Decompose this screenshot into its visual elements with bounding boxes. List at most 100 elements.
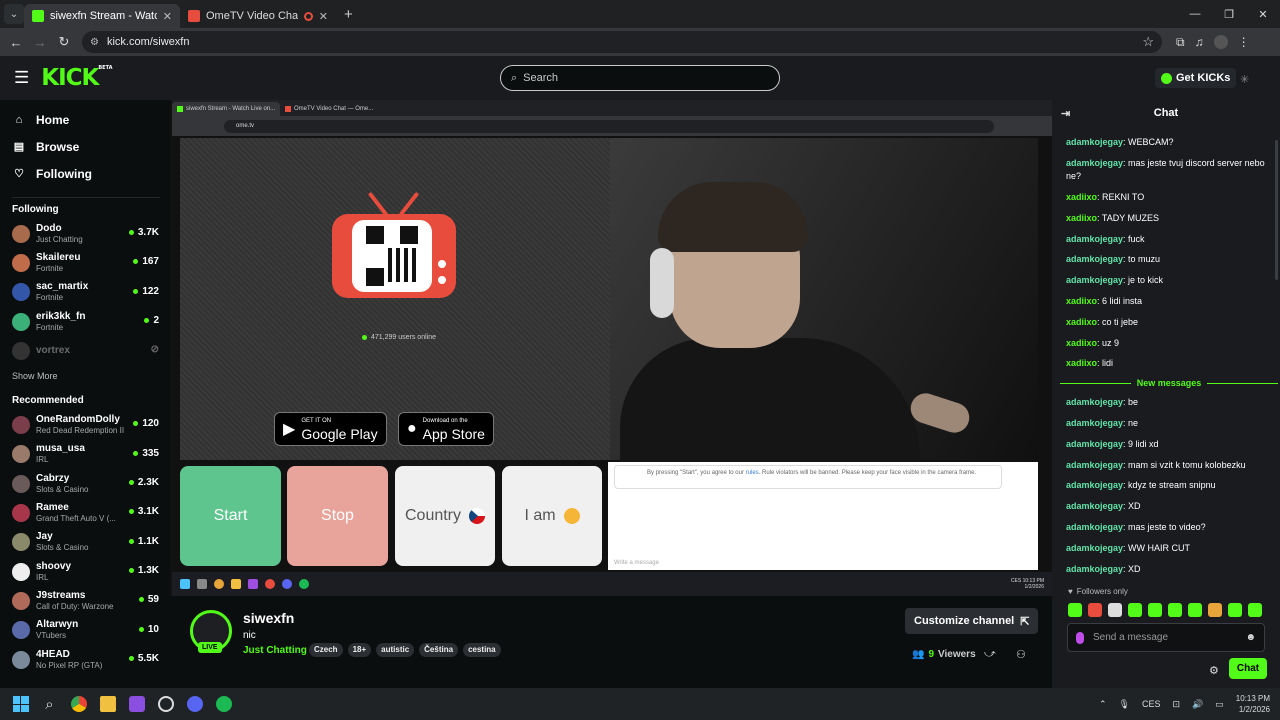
bookmark-star-icon[interactable]: ☆ (1142, 34, 1154, 50)
sidebar-channel[interactable]: 4HEAD No Pixel RP (GTA) 5.5K (0, 645, 170, 674)
chat-username[interactable]: adamkojegay (1066, 460, 1123, 470)
chat-scrollbar[interactable] (1275, 140, 1278, 280)
start-button[interactable] (6, 688, 35, 720)
sidebar-channel[interactable]: sac_martix Fortnite 122 (0, 278, 170, 307)
menu-icon[interactable]: ⋮ (1238, 35, 1250, 49)
chat-username[interactable]: adamkojegay (1066, 522, 1123, 532)
emote-icon[interactable] (1088, 603, 1102, 617)
video-player[interactable]: siwexfn Stream - Watch Live on... OmeTV … (170, 100, 1052, 596)
chat-username[interactable]: adamkojegay (1066, 137, 1123, 147)
chat-username[interactable]: xadiixo (1066, 358, 1097, 368)
new-tab-button[interactable]: + (344, 6, 353, 23)
chat-username[interactable]: xadiixo (1066, 296, 1097, 306)
clock[interactable]: 10:13 PM 1/2/2026 (1236, 693, 1270, 715)
network-icon[interactable]: ⊡ (1172, 699, 1180, 710)
microphone-icon[interactable]: 🎙 (1119, 699, 1130, 710)
tab-kick[interactable]: siwexfn Stream - Watch Live on Kick ✕ (24, 4, 180, 28)
chat-username[interactable]: adamkojegay (1066, 501, 1123, 511)
emote-icon[interactable] (1188, 603, 1202, 617)
chat-username[interactable]: adamkojegay (1066, 158, 1123, 168)
stream-tag[interactable]: cestina (463, 643, 501, 657)
send-message-input[interactable]: Send a message ☻ (1067, 623, 1265, 652)
emote-icon[interactable] (1068, 603, 1082, 617)
volume-icon[interactable]: 🔊 (1192, 699, 1203, 710)
nav-following[interactable]: ♡ Following (0, 160, 170, 187)
emote-icon[interactable] (1208, 603, 1222, 617)
search-input[interactable]: ⌕ Search (500, 65, 780, 91)
sidebar-channel[interactable]: J9streams Call of Duty: Warzone 59 (0, 586, 170, 615)
chat-username[interactable]: adamkojegay (1066, 543, 1123, 553)
chat-settings-gear-icon[interactable]: ⚙ (1209, 664, 1219, 677)
chat-username[interactable]: xadiixo (1066, 192, 1097, 202)
customize-channel-button[interactable]: Customize channel ⇱ (905, 608, 1039, 634)
sidebar-channel[interactable]: Cabrzy Slots & Casino 2.3K (0, 469, 170, 498)
hamburger-menu-icon[interactable]: ☰ (14, 68, 29, 88)
site-info-icon[interactable]: ⚙ (90, 37, 99, 48)
url-bar[interactable]: ⚙ kick.com/siwexfn ☆ (82, 31, 1162, 53)
chat-username[interactable]: adamkojegay (1066, 397, 1123, 407)
stream-tag[interactable]: 18+ (347, 643, 372, 657)
maximize-button[interactable]: ❐ (1212, 0, 1246, 28)
sidebar-channel[interactable]: Jay Slots & Casino 1.1K (0, 528, 170, 557)
sidebar-channel[interactable]: Ramee Grand Theft Auto V (... 3.1K (0, 498, 170, 527)
emote-icon[interactable] (1168, 603, 1182, 617)
chrome-icon[interactable] (64, 688, 93, 720)
emote-icon[interactable] (1108, 603, 1122, 617)
streamer-name[interactable]: siwexfn (243, 610, 294, 626)
forward-button[interactable]: → (28, 35, 52, 50)
file-explorer-icon[interactable] (93, 688, 122, 720)
kick-logo[interactable]: KICKBETA (41, 65, 112, 91)
media-icon[interactable]: ♫ (1195, 35, 1204, 49)
spotify-icon[interactable] (209, 688, 238, 720)
back-button[interactable]: ← (4, 35, 28, 50)
profile-avatar[interactable] (1213, 35, 1228, 49)
tab-ometv[interactable]: OmeTV Video Chat — Omegle ✕ (180, 4, 336, 28)
battery-icon[interactable]: ▭ (1215, 699, 1224, 710)
app-icon[interactable] (122, 688, 151, 720)
chevron-up-icon[interactable]: ⌃ (1099, 699, 1107, 710)
close-icon[interactable]: ✕ (319, 10, 328, 23)
get-kicks-button[interactable]: Get KICKs (1155, 68, 1237, 88)
extensions-icon[interactable]: ⧉ (1176, 35, 1185, 50)
minimize-button[interactable]: — (1178, 0, 1212, 28)
sidebar-channel[interactable]: shoovy IRL 1.3K (0, 557, 170, 586)
stream-tag[interactable]: Czech (309, 643, 343, 657)
nav-home[interactable]: ⌂ Home (0, 106, 170, 133)
nav-browse[interactable]: ▤ Browse (0, 133, 170, 160)
chat-username[interactable]: adamkojegay (1066, 564, 1123, 574)
stream-category[interactable]: Just Chatting (243, 645, 307, 656)
show-more-link[interactable]: Show More (0, 367, 170, 385)
chat-username[interactable]: adamkojegay (1066, 480, 1123, 490)
emoji-picker-icon[interactable]: ☻ (1245, 632, 1256, 643)
emote-icon[interactable] (1228, 603, 1242, 617)
search-icon[interactable]: ⌕ (35, 688, 64, 720)
emote-icon[interactable] (1128, 603, 1142, 617)
microphone-icon[interactable] (1076, 631, 1084, 644)
chat-username[interactable]: adamkojegay (1066, 275, 1123, 285)
collapse-chat-icon[interactable]: ⇥ (1061, 107, 1070, 120)
add-friend-icon[interactable]: ⚇ (1016, 648, 1026, 661)
chat-username[interactable]: adamkojegay (1066, 439, 1123, 449)
emote-icon[interactable] (1248, 603, 1262, 617)
chat-username[interactable]: adamkojegay (1066, 254, 1123, 264)
chat-username[interactable]: xadiixo (1066, 317, 1097, 327)
sidebar-channel[interactable]: musa_usa IRL 335 (0, 440, 170, 469)
close-icon[interactable]: ✕ (163, 10, 172, 23)
language-indicator[interactable]: CES (1142, 699, 1161, 709)
chat-username[interactable]: adamkojegay (1066, 418, 1123, 428)
sidebar-channel[interactable]: Altarwyn VTubers 10 (0, 616, 170, 645)
reload-button[interactable]: ↻ (52, 34, 76, 50)
share-icon[interactable]: ⤻ (984, 648, 996, 661)
sidebar-channel[interactable]: Skailereu Fortnite 167 (0, 248, 170, 277)
emote-icon[interactable] (1148, 603, 1162, 617)
tab-search-button[interactable]: ⌄ (4, 4, 24, 24)
sidebar-channel[interactable]: OneRandomDolly Red Dead Redemption II 120 (0, 410, 170, 439)
discord-icon[interactable] (180, 688, 209, 720)
chat-username[interactable]: adamkojegay (1066, 234, 1123, 244)
obs-icon[interactable] (151, 688, 180, 720)
stream-tag[interactable]: Čeština (419, 643, 459, 657)
chat-send-button[interactable]: Chat (1229, 658, 1267, 679)
chat-username[interactable]: xadiixo (1066, 213, 1097, 223)
sidebar-channel[interactable]: erik3kk_fn Fortnite 2 (0, 307, 170, 336)
sidebar-channel[interactable]: Dodo Just Chatting 3.7K (0, 219, 170, 248)
